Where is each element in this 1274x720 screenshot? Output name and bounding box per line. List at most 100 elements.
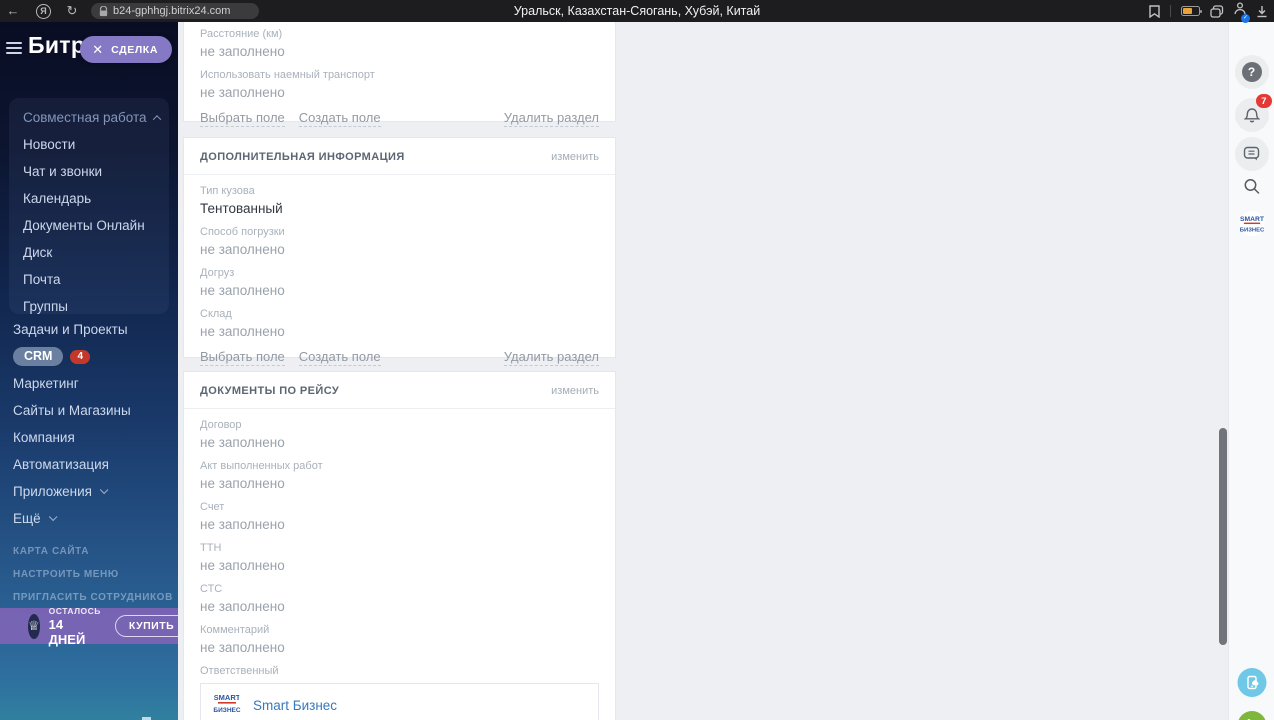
field-value: Тентованный <box>200 201 283 216</box>
field-label: Договор <box>200 419 242 431</box>
field-value: не заполнено <box>200 44 285 59</box>
sidebar-item-more[interactable]: Ещё <box>0 505 178 532</box>
deal-chip[interactable]: ✕ СДЕЛКА <box>80 36 172 63</box>
download-icon[interactable] <box>1256 5 1268 18</box>
sidebar-item-crm[interactable]: CRM 4 <box>0 343 178 370</box>
field-label: Использовать наемный транспорт <box>200 69 375 81</box>
crm-pill[interactable]: CRM <box>13 347 64 366</box>
create-field-link[interactable]: Создать поле <box>298 349 381 366</box>
sidebar-header: Битрикс24 ✕ СДЕЛКА <box>0 22 178 74</box>
trial-remaining-label: ОСТАЛОСЬ <box>48 605 101 616</box>
field-value: не заполнено <box>200 599 285 614</box>
sidebar-item-company[interactable]: Компания <box>0 424 178 451</box>
chevron-up-icon <box>152 115 161 125</box>
vertical-scrollbar[interactable] <box>1219 428 1227 645</box>
sidebar-item-disk[interactable]: Диск <box>9 239 169 266</box>
edit-section-link[interactable]: изменить <box>551 151 599 163</box>
notifications-button[interactable]: 7 <box>1234 94 1272 132</box>
user-avatar[interactable]: SMART БИЗНЕС <box>1238 210 1265 242</box>
tabs-icon[interactable] <box>1210 4 1224 18</box>
sidebar-footer: КАРТА САЙТА НАСТРОИТЬ МЕНЮ ПРИГЛАСИТЬ СО… <box>0 540 178 609</box>
sidebar-item-docs-online[interactable]: Документы Онлайн <box>9 212 169 239</box>
section-actions: Выбрать поле Создать поле Удалить раздел <box>200 110 599 137</box>
help-button[interactable]: ? <box>1234 55 1269 89</box>
close-icon[interactable]: ✕ <box>92 43 103 56</box>
svg-text:БИЗНЕС: БИЗНЕС <box>1239 228 1264 234</box>
mobile-app-button[interactable] <box>1237 668 1266 697</box>
field-hired-transport: Использовать наемный транспорт не заполн… <box>200 69 599 101</box>
field-warehouse: Склад не заполнено <box>200 308 599 340</box>
field-value: не заполнено <box>200 242 285 257</box>
field-label: Расстояние (км) <box>200 28 283 40</box>
field-extra-load: Догруз не заполнено <box>200 267 599 299</box>
messenger-button[interactable] <box>1234 137 1269 171</box>
sidebar-item-marketing[interactable]: Маркетинг <box>0 370 178 397</box>
field-value: не заполнено <box>200 640 285 655</box>
printer-icon[interactable] <box>138 716 155 720</box>
back-icon[interactable]: ← <box>0 0 26 22</box>
svg-text:БИЗНЕС: БИЗНЕС <box>213 707 240 714</box>
url-text: b24-gphhgj.bitrix24.com <box>113 5 231 17</box>
trial-remaining-value: 14 ДНЕЙ <box>48 616 86 647</box>
notifications-badge: 7 <box>1256 94 1272 108</box>
bell-icon <box>1243 107 1260 122</box>
sidebar-item-chat[interactable]: Чат и звонки <box>9 158 169 185</box>
sidebar-item-sites[interactable]: Сайты и Магазины <box>0 397 178 424</box>
field-ttn: ТТН не заполнено <box>200 542 599 574</box>
field-label: Тип кузова <box>200 185 255 197</box>
field-label: Склад <box>200 308 232 320</box>
right-toolbar: ? 7 SMART БИЗНЕС <box>1228 22 1274 720</box>
field-comment: Комментарий не заполнено <box>200 624 599 656</box>
field-label: ТТН <box>200 542 222 554</box>
select-field-link[interactable]: Выбрать поле <box>200 349 285 366</box>
delete-section-link[interactable]: Удалить раздел <box>503 110 599 127</box>
sidebar-item-tasks[interactable]: Задачи и Проекты <box>0 316 178 343</box>
field-label: СТС <box>200 583 223 595</box>
bookmark-icon[interactable] <box>1149 4 1160 18</box>
sidebar-item-automation[interactable]: Автоматизация <box>0 451 178 478</box>
section-title: ДОКУМЕНТЫ ПО РЕЙСУ <box>200 385 340 397</box>
sidebar-item-news[interactable]: Новости <box>9 131 169 158</box>
edit-section-link[interactable]: изменить <box>551 385 599 397</box>
sidebar-item-collaboration[interactable]: Совместная работа <box>9 104 169 131</box>
sidebar-group-collaboration: Совместная работа Новости Чат и звонки К… <box>9 98 169 314</box>
responsible-user-link[interactable]: Smart Бизнес <box>253 698 337 713</box>
delete-section-link[interactable]: Удалить раздел <box>503 349 599 366</box>
configure-menu-link[interactable]: НАСТРОИТЬ МЕНЮ <box>0 563 178 586</box>
help-icon: ? <box>1241 62 1262 82</box>
field-value: не заполнено <box>200 558 285 573</box>
select-field-link[interactable]: Выбрать поле <box>200 110 285 127</box>
field-value: не заполнено <box>200 85 285 100</box>
telephony-button[interactable] <box>1237 711 1266 720</box>
refresh-icon[interactable]: ↻ <box>59 0 85 22</box>
field-invoice: Счет не заполнено <box>200 501 599 533</box>
sitemap-link[interactable]: КАРТА САЙТА <box>0 540 178 563</box>
svg-text:SMART: SMART <box>1240 216 1265 223</box>
profile-icon[interactable]: ✓ <box>1234 2 1250 23</box>
field-value: не заполнено <box>200 435 285 450</box>
chat-icon <box>1243 146 1260 161</box>
field-label: Счет <box>200 501 225 513</box>
buy-button[interactable]: КУПИТЬ <box>114 615 178 637</box>
field-label: Комментарий <box>200 624 270 636</box>
chevron-down-icon <box>99 486 109 495</box>
browser-home-icon[interactable]: Я <box>36 3 51 19</box>
sidebar-item-mail[interactable]: Почта <box>9 266 169 293</box>
lock-icon <box>99 5 108 16</box>
main-sidebar: Битрикс24 ✕ СДЕЛКА Совместная работа Нов… <box>0 22 178 720</box>
field-value: не заполнено <box>200 283 285 298</box>
address-bar[interactable]: b24-gphhgj.bitrix24.com <box>91 3 259 19</box>
create-field-link[interactable]: Создать поле <box>298 110 381 127</box>
trial-banner[interactable]: ♕ ОСТАЛОСЬ 14 ДНЕЙ КУПИТЬ <box>0 605 178 647</box>
responsible-user-card: SMART БИЗНЕС Smart Бизнес <box>200 683 599 720</box>
sidebar-item-calendar[interactable]: Календарь <box>9 185 169 212</box>
field-work-act: Акт выполненных работ не заполнено <box>200 460 599 492</box>
field-value: не заполнено <box>200 476 285 491</box>
battery-icon[interactable] <box>1181 6 1202 16</box>
sidebar-item-apps[interactable]: Приложения <box>0 478 178 505</box>
crm-badge: 4 <box>70 349 91 364</box>
menu-toggle-icon[interactable] <box>6 42 22 57</box>
search-icon[interactable] <box>1243 178 1260 200</box>
field-body-type: Тип кузова Тентованный <box>200 185 599 217</box>
chevron-down-icon <box>48 513 57 522</box>
